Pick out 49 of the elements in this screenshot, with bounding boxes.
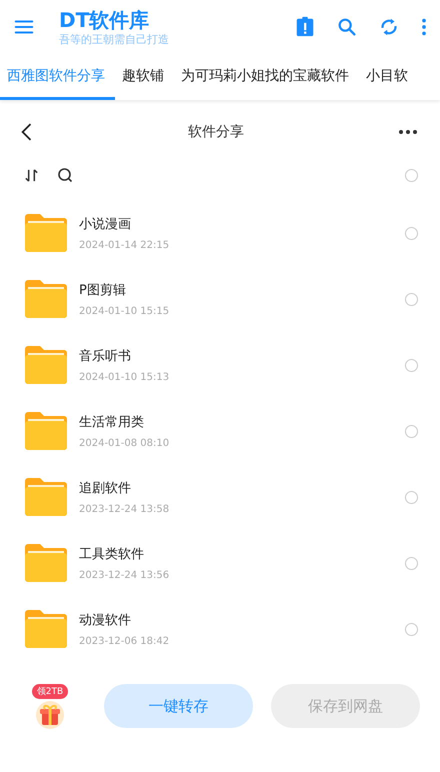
- select-radio[interactable]: [405, 490, 418, 504]
- gift-icon[interactable]: [35, 698, 65, 728]
- folder-name: 动漫软件: [79, 612, 132, 630]
- folder-title: 软件分享: [188, 123, 244, 141]
- select-radio[interactable]: [405, 226, 418, 240]
- folder-name: 追剧软件: [79, 480, 132, 498]
- select-radio[interactable]: [405, 358, 418, 372]
- select-radio[interactable]: [405, 622, 418, 636]
- sort-icon[interactable]: [24, 168, 39, 182]
- tab[interactable]: 趣软铺: [115, 54, 174, 100]
- folder-icon: [25, 544, 67, 582]
- back-icon[interactable]: [20, 121, 34, 143]
- folder-row[interactable]: 追剧软件 2023-12-24 13:58: [0, 464, 440, 530]
- folder-row[interactable]: 音乐听书 2024-01-10 15:13: [0, 332, 440, 398]
- folder-icon: [25, 346, 67, 384]
- folder-date: 2024-01-08 08:10: [79, 438, 170, 448]
- folder-row[interactable]: 小说漫画 2024-01-14 22:15: [0, 200, 440, 266]
- folder-date: 2024-01-10 15:13: [79, 372, 170, 382]
- tab[interactable]: 为可玛莉小姐找的宝藏软件: [174, 54, 359, 100]
- folder-date: 2024-01-10 15:15: [79, 306, 170, 316]
- folder-date: 2023-12-24 13:58: [79, 504, 170, 514]
- folder-row[interactable]: 动漫软件 2023-12-06 18:42: [0, 596, 440, 662]
- search-icon[interactable]: [57, 167, 73, 183]
- folder-icon: [25, 412, 67, 450]
- tab[interactable]: 小目软: [359, 54, 418, 100]
- folder-date: 2023-12-24 13:56: [79, 570, 170, 580]
- folder-name: 生活常用类: [79, 414, 145, 432]
- select-radio[interactable]: [405, 424, 418, 438]
- folder-row[interactable]: P图剪辑 2024-01-10 15:15: [0, 266, 440, 332]
- more-icon[interactable]: [398, 129, 418, 135]
- folder-date: 2024-01-14 22:15: [79, 240, 170, 250]
- folder-name: P图剪辑: [79, 282, 127, 300]
- app-subtitle: 吾等的王朝需自己打造: [59, 32, 170, 46]
- clipboard-alert-icon[interactable]: [294, 16, 316, 38]
- folder-name: 工具类软件: [79, 546, 145, 564]
- folder-name: 小说漫画: [79, 216, 132, 234]
- app-title: DT软件库: [59, 8, 150, 32]
- folder-icon: [25, 610, 67, 648]
- folder-icon: [25, 478, 67, 516]
- select-radio[interactable]: [405, 292, 418, 306]
- folder-row[interactable]: 生活常用类 2024-01-08 08:10: [0, 398, 440, 464]
- folder-icon: [25, 280, 67, 318]
- folder-date: 2023-12-06 18:42: [79, 636, 170, 646]
- promo-badge: 领2TB: [32, 684, 68, 698]
- select-radio[interactable]: [405, 556, 418, 570]
- folder-name: 音乐听书: [79, 348, 132, 366]
- select-all-radio[interactable]: [405, 168, 418, 182]
- folder-row[interactable]: 工具类软件 2023-12-24 13:56: [0, 530, 440, 596]
- folder-icon: [25, 214, 67, 252]
